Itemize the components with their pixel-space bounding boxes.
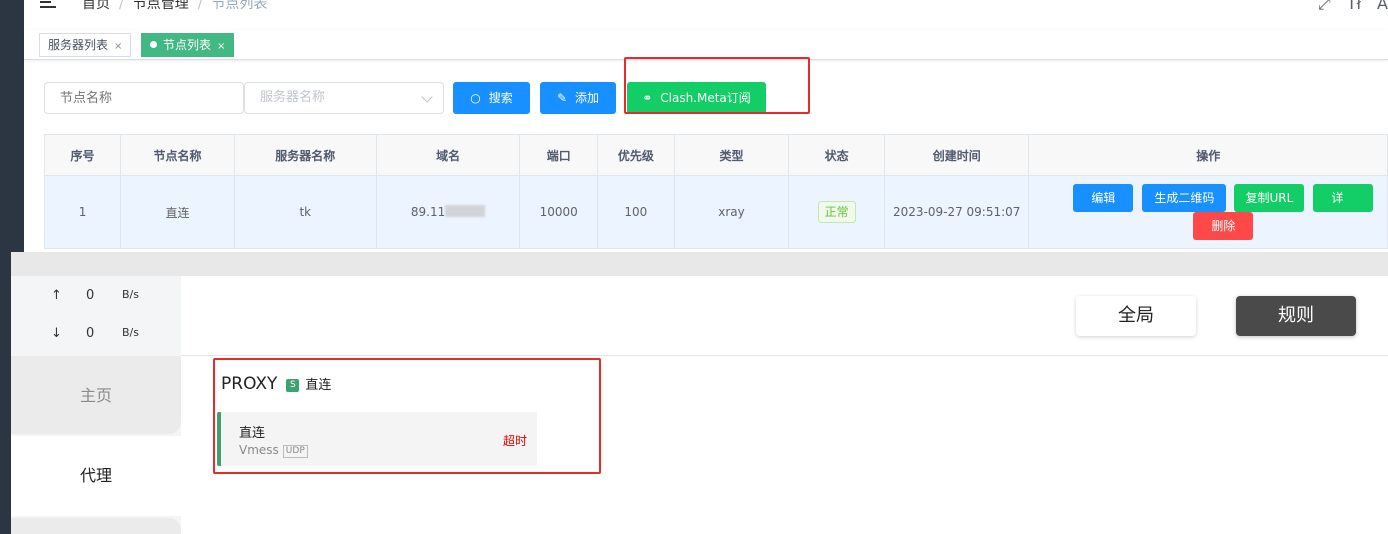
server-name-select[interactable]: 服务器名称 [244, 82, 444, 114]
download-value: 0 [86, 326, 95, 341]
clash-titlebar [11, 252, 1388, 276]
admin-panel: 首页 / 节点管理 / 节点列表 ⤢ Tł A 服务器列表 × 节点列表 × 服务器名称 ○ 搜索… [0, 0, 1388, 252]
search-button[interactable]: ○ 搜索 [453, 82, 530, 114]
cell-type: xray [673, 175, 790, 249]
breadcrumb-separator: / [119, 0, 124, 12]
column-header: 端口 [519, 134, 598, 176]
cell-server-name: tk [233, 175, 377, 249]
mode-global-button[interactable]: 全局 [1076, 296, 1196, 336]
download-unit: B/s [122, 326, 139, 339]
tag-label: 服务器列表 [48, 38, 109, 52]
node-name-input[interactable] [44, 82, 244, 114]
domain-text: 89.11 [410, 205, 446, 219]
upload-arrow-icon: ↑ [51, 288, 62, 303]
breadcrumb-item-node-management[interactable]: 节点管理 [133, 0, 189, 12]
breadcrumb-item-node-list: 节点列表 [211, 0, 268, 12]
actions-container: 编辑 生成二维码 复制URL 详 删除 [1029, 176, 1387, 248]
hamburger-icon[interactable] [40, 0, 56, 8]
cell-index: 1 [43, 175, 122, 249]
node-table: 序号 节点名称 服务器名称 域名 端口 优先级 类型 状态 创建时间 操作 1 … [43, 134, 1388, 249]
upload-value: 0 [86, 288, 95, 303]
tag-server-list[interactable]: 服务器列表 × [39, 33, 132, 57]
clash-client: ↑ 0 B/s ↓ 0 B/s 主页 代理 全局 规则 PROXY S 直连 直连 … [0, 252, 1388, 534]
tag-node-list[interactable]: 节点列表 × [141, 33, 235, 57]
column-header: 操作 [1028, 134, 1388, 176]
server-name-placeholder: 服务器名称 [260, 90, 326, 105]
cell-status: 正常 [788, 175, 885, 249]
add-button-label: 添加 [575, 91, 600, 105]
font-size-icon[interactable]: Tł [1347, 0, 1361, 13]
cell-port: 10000 [519, 175, 598, 249]
breadcrumb-separator: / [197, 0, 203, 12]
download-speed: ↓ 0 B/s [11, 326, 181, 346]
navbar: 首页 / 节点管理 / 节点列表 ⤢ Tł A [24, 0, 1388, 30]
add-button[interactable]: ✎ 添加 [540, 82, 616, 114]
chevron-down-icon [421, 91, 433, 103]
cell-created-at: 2023-09-27 09:51:07 [883, 175, 1030, 249]
tags-view: 服务器列表 × 节点列表 × [24, 30, 1388, 60]
close-icon[interactable]: × [217, 41, 225, 52]
mode-bar: 全局 规则 [181, 276, 1388, 356]
clash-sidebar: ↑ 0 B/s ↓ 0 B/s 主页 代理 [11, 276, 181, 534]
clash-window-edge [0, 252, 11, 534]
fullscreen-icon[interactable]: ⤢ [1318, 0, 1331, 14]
redacted-mask [445, 205, 486, 217]
column-header: 节点名称 [120, 134, 235, 176]
sidebar-item-home[interactable]: 主页 [11, 356, 181, 434]
close-icon[interactable]: × [114, 41, 122, 52]
cell-priority: 100 [597, 175, 675, 249]
table-header-row: 序号 节点名称 服务器名称 域名 端口 优先级 类型 状态 创建时间 操作 [43, 134, 1388, 176]
column-header: 服务器名称 [233, 134, 377, 176]
edit-icon: ✎ [556, 91, 568, 105]
column-header: 域名 [375, 134, 521, 176]
edit-button[interactable]: 编辑 [1073, 184, 1134, 212]
search-icon: ○ [470, 91, 481, 105]
admin-sidebar-edge [0, 0, 24, 252]
search-button-label: 搜索 [488, 91, 513, 105]
column-header: 优先级 [597, 134, 675, 176]
nav-icons: ⤢ Tł A [1302, 0, 1388, 14]
copy-url-button[interactable]: 复制URL [1234, 184, 1305, 212]
cell-actions: 编辑 生成二维码 复制URL 详 删除 [1028, 175, 1388, 249]
status-badge: 正常 [817, 201, 856, 223]
cell-node-name: 直连 [120, 175, 235, 249]
delete-button[interactable]: 删除 [1193, 212, 1254, 240]
annotation-box [624, 57, 810, 114]
mode-rule-button[interactable]: 规则 [1236, 296, 1356, 336]
upload-speed: ↑ 0 B/s [11, 288, 181, 308]
column-header: 创建时间 [883, 134, 1030, 176]
sidebar-item-proxy[interactable]: 代理 [11, 436, 181, 516]
table-row[interactable]: 1 直连 tk 89.11 10000 100 xray 正常 2023-09-… [43, 175, 1388, 249]
upload-unit: B/s [122, 288, 139, 301]
breadcrumb-item-home[interactable]: 首页 [82, 0, 110, 12]
sidebar-item-next[interactable] [11, 518, 181, 534]
breadcrumb: 首页 / 节点管理 / 节点列表 [82, 0, 267, 13]
column-header: 状态 [788, 134, 885, 176]
tag-label: 节点列表 [163, 38, 212, 52]
column-header: 序号 [43, 134, 122, 176]
annotation-box [213, 358, 601, 474]
detail-button[interactable]: 详 [1313, 184, 1374, 212]
qrcode-button[interactable]: 生成二维码 [1142, 184, 1227, 212]
active-dot-icon [150, 41, 157, 48]
cell-domain: 89.11 [375, 175, 521, 249]
download-arrow-icon: ↓ [51, 326, 62, 341]
language-icon[interactable]: A [1377, 0, 1388, 13]
column-header: 类型 [673, 134, 790, 176]
